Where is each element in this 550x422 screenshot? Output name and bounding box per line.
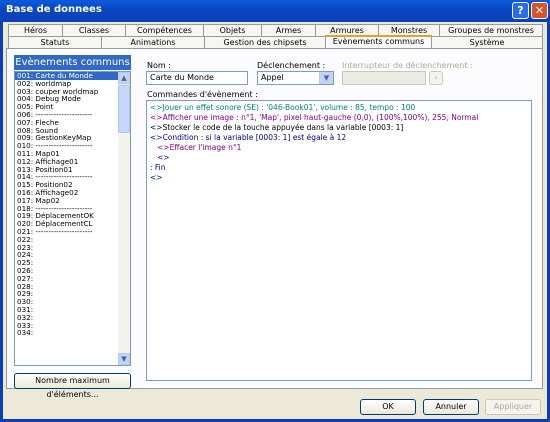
window-title: Base de donnees [6, 4, 102, 15]
trigger-label: Déclenchement : [257, 61, 326, 70]
list-item[interactable]: 026: [15, 267, 119, 275]
command-line[interactable]: : Fin [147, 163, 531, 173]
command-line[interactable]: <>Stocker le code de la touche appuyée d… [147, 123, 531, 133]
list-item[interactable]: 029: [15, 290, 119, 298]
list-item[interactable]: 006: ---------------------- [15, 111, 119, 119]
list-item[interactable]: 012: Affichage01 [15, 158, 119, 166]
commands-label: Commandes d'évènement : [147, 90, 258, 99]
chevron-down-icon[interactable]: ▼ [319, 72, 333, 84]
scroll-up-button[interactable]: ▲ [118, 72, 130, 84]
apply-button[interactable]: Appliquer [485, 399, 541, 415]
list-item[interactable]: 031: [15, 306, 119, 314]
list-item[interactable]: 020: DéplacementCL [15, 220, 119, 228]
command-line[interactable]: <>Effacer l'image n°1 [147, 143, 531, 153]
list-item[interactable]: 003: couper worldmap [15, 88, 119, 96]
scroll-down-button[interactable]: ▼ [118, 353, 130, 365]
max-elements-button[interactable]: Nombre maximum d'éléments... [14, 373, 131, 399]
list-item[interactable]: 021: ---------------------- [15, 228, 119, 236]
list-item[interactable]: 016: Affichage02 [15, 189, 119, 197]
event-list[interactable]: 001: Carte du Monde 002: worldmap 003: cou… [14, 71, 131, 366]
command-line[interactable]: <>Condition : si la variable [0003: 1] e… [147, 133, 531, 143]
list-item[interactable]: 027: [15, 275, 119, 283]
list-item[interactable]: 001: Carte du Monde [15, 72, 119, 80]
list-header: Evènements communs [14, 55, 131, 70]
commands-list[interactable]: <>Jouer un effet sonore (SE) : '046-Book… [146, 100, 532, 381]
list-item[interactable]: 022: [15, 236, 119, 244]
list-item[interactable]: 033: [15, 322, 119, 330]
command-line[interactable]: <>Jouer un effet sonore (SE) : '046-Book… [147, 103, 531, 113]
tab-systeme[interactable]: Système [431, 36, 543, 48]
list-scrollbar[interactable]: ▲ ▼ [118, 72, 130, 365]
list-item[interactable]: 011: Map01 [15, 150, 119, 158]
list-item[interactable]: 014: ---------------------- [15, 173, 119, 181]
command-line[interactable]: <> [147, 173, 531, 183]
switch-browse-button: › [429, 71, 443, 85]
list-item[interactable]: 017: Map02 [15, 197, 119, 205]
list-item[interactable]: 030: [15, 298, 119, 306]
tab-heros[interactable]: Héros [8, 24, 63, 36]
command-line[interactable]: <> [147, 153, 531, 163]
tab-statuts[interactable]: Statuts [8, 36, 102, 48]
list-item[interactable]: 002: worldmap [15, 80, 119, 88]
tab-classes[interactable]: Classes [62, 24, 126, 36]
list-item[interactable]: 023: [15, 244, 119, 252]
cancel-button[interactable]: Annuler [423, 399, 479, 415]
close-button[interactable]: ✕ [531, 2, 548, 19]
list-item[interactable]: 010: ---------------------- [15, 142, 119, 150]
list-item[interactable]: 028: [15, 283, 119, 291]
tab-evenements-communs[interactable]: Evènements communs [325, 35, 432, 48]
tab-gestion-des-chipsets[interactable]: Gestion des chipsets [204, 36, 326, 48]
list-item[interactable]: 025: [15, 259, 119, 267]
ok-button[interactable]: OK [360, 399, 416, 415]
window-titlebar: Base de donnees ? ✕ [0, 0, 550, 22]
list-item[interactable]: 013: Position01 [15, 166, 119, 174]
tab-groupes-de-monstres[interactable]: Groupes de monstres [439, 24, 543, 36]
switch-label: Interrupteur de déclenchement : [342, 61, 473, 70]
command-line[interactable]: <>Afficher une image : n°1, 'Map', pixel… [147, 113, 531, 123]
list-item[interactable]: 009: GestionKeyMap [15, 134, 119, 142]
switch-field [342, 71, 426, 85]
list-item[interactable]: 018: ---------------------- [15, 205, 119, 213]
list-item[interactable]: 004: Debug Mode [15, 95, 119, 103]
list-item[interactable]: 034: [15, 329, 119, 337]
tab-armes[interactable]: Armes [261, 24, 316, 36]
trigger-value: Appel [261, 73, 284, 82]
tab-animations[interactable]: Animations [101, 36, 205, 48]
name-label: Nom : [147, 61, 171, 70]
list-item[interactable]: 005: Point [15, 103, 119, 111]
trigger-select[interactable]: Appel ▼ [257, 71, 334, 85]
tab-competences[interactable]: Compétences [125, 24, 204, 36]
list-item[interactable]: 008: Sound [15, 127, 119, 135]
tab-objets[interactable]: Objets [203, 24, 262, 36]
list-item[interactable]: 015: Position02 [15, 181, 119, 189]
list-item[interactable]: 032: [15, 314, 119, 322]
help-button[interactable]: ? [512, 2, 529, 19]
list-item[interactable]: 019: DéplacementOK [15, 212, 119, 220]
list-item[interactable]: 024: [15, 251, 119, 259]
name-field[interactable]: Carte du Monde [146, 71, 248, 85]
scroll-thumb[interactable] [118, 85, 130, 133]
list-item[interactable]: 007: Fleche [15, 119, 119, 127]
